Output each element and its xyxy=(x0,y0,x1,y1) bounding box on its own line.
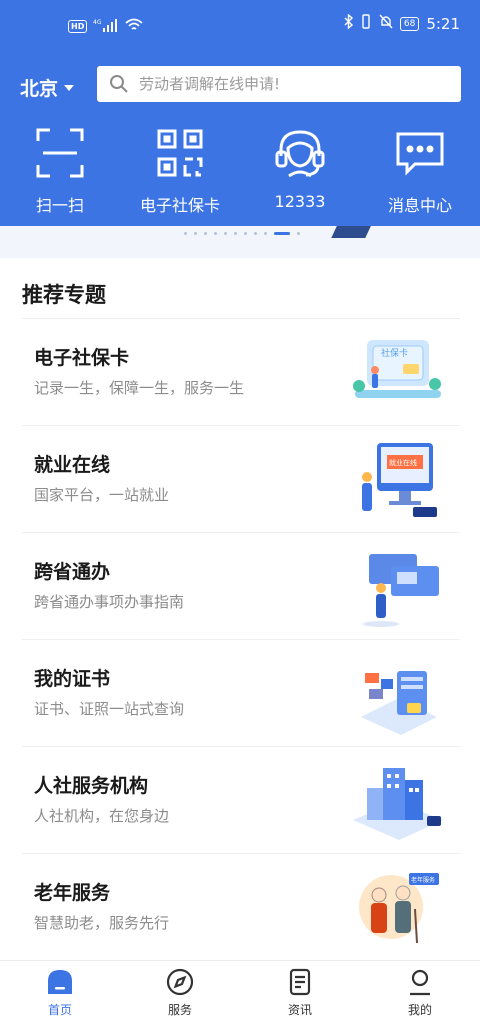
banner-illustration xyxy=(331,226,373,238)
status-bar-left: HD 4G xyxy=(68,17,143,36)
chevron-down-icon xyxy=(64,84,75,91)
carousel-dot xyxy=(254,232,257,235)
quick-actions: 扫一扫 电子社保卡 12333 消息中心 xyxy=(0,126,480,216)
carousel-dot xyxy=(224,232,227,235)
cross-province-illustration xyxy=(363,554,439,627)
bluetooth-icon xyxy=(344,13,353,33)
tab-services[interactable]: 服务 xyxy=(120,961,240,1026)
employment-illustration: 就业在线 xyxy=(362,443,437,517)
topic-item-service-agencies[interactable]: 人社服务机构 人社机构，在您身边 xyxy=(0,747,480,854)
quick-action-social-card[interactable]: 电子社保卡 xyxy=(120,126,240,216)
topic-item-elderly-services[interactable]: 老年服务 智慧助老，服务先行 老年服务 xyxy=(0,854,480,961)
city-label: 北京 xyxy=(20,78,59,100)
quick-action-label: 电子社保卡 xyxy=(139,196,220,215)
carousel-dot xyxy=(297,232,300,235)
headset-icon xyxy=(275,130,325,178)
service-agencies-illustration xyxy=(353,768,443,840)
hd-badge: HD xyxy=(68,20,88,33)
carousel-dot xyxy=(204,232,207,235)
quick-action-label: 扫一扫 xyxy=(35,196,84,215)
carousel-dot xyxy=(234,232,237,235)
tab-label: 首页 xyxy=(47,1003,72,1017)
tab-label: 资讯 xyxy=(287,1003,312,1017)
scan-icon xyxy=(36,128,84,178)
banner-carousel[interactable] xyxy=(0,226,480,258)
quick-action-label: 消息中心 xyxy=(387,196,452,215)
battery-indicator: 68 xyxy=(399,16,420,31)
certificates-illustration xyxy=(361,671,437,735)
topic-item-social-card[interactable]: 电子社保卡 记录一生，保障一生，服务一生 社保卡 xyxy=(0,319,480,426)
tab-profile[interactable]: 我的 xyxy=(360,961,480,1026)
carousel-dot xyxy=(264,232,267,235)
carousel-dot xyxy=(214,232,217,235)
topic-title: 老年服务 xyxy=(34,882,111,904)
social-card-illustration: 社保卡 xyxy=(353,340,441,398)
carousel-dot xyxy=(194,232,197,235)
topic-subtitle: 国家平台，一站就业 xyxy=(34,486,170,504)
elderly-services-illustration: 老年服务 xyxy=(359,873,439,944)
city-selector[interactable]: 北京 xyxy=(20,74,75,101)
topic-title: 跨省通办 xyxy=(34,561,111,583)
topic-title: 人社服务机构 xyxy=(34,775,149,797)
topic-subtitle: 人社机构，在您身边 xyxy=(34,807,170,825)
quick-action-label: 12333 xyxy=(274,192,326,211)
art-label: 就业在线 xyxy=(389,458,417,467)
compass-icon xyxy=(166,968,194,996)
section-title: 推荐专题 xyxy=(22,283,106,307)
mute-bell-icon xyxy=(379,14,393,33)
topic-item-cross-province[interactable]: 跨省通办 跨省通办事项办事指南 xyxy=(0,533,480,640)
tab-label: 我的 xyxy=(407,1003,432,1017)
quick-action-hotline[interactable]: 12333 xyxy=(240,126,360,216)
topic-subtitle: 证书、证照一站式查询 xyxy=(34,700,185,718)
status-bar-right: 68 5:21 xyxy=(344,13,460,33)
topic-subtitle: 智慧助老，服务先行 xyxy=(34,914,170,932)
topic-list: 电子社保卡 记录一生，保障一生，服务一生 社保卡 就业在线 国家平台，一站就业 … xyxy=(0,319,480,961)
topic-subtitle: 跨省通办事项办事指南 xyxy=(34,593,185,611)
topic-item-certificates[interactable]: 我的证书 证书、证照一站式查询 xyxy=(0,640,480,747)
qrcode-icon xyxy=(157,129,203,177)
clock: 5:21 xyxy=(426,14,460,33)
tab-news[interactable]: 资讯 xyxy=(240,961,360,1026)
quick-action-messages[interactable]: 消息中心 xyxy=(360,126,480,216)
tab-label: 服务 xyxy=(167,1003,192,1017)
news-icon xyxy=(289,968,311,996)
header: HD 4G 68 5:21 北京 劳动者调解在线申请! 扫一扫 电子社保卡 12… xyxy=(0,0,480,232)
topic-item-employment[interactable]: 就业在线 国家平台，一站就业 就业在线 xyxy=(0,426,480,533)
carousel-dot-active xyxy=(274,232,290,235)
art-label: 老年服务 xyxy=(411,876,435,884)
topic-title: 电子社保卡 xyxy=(34,347,130,369)
search-icon xyxy=(110,75,128,93)
status-bar: HD 4G 68 5:21 xyxy=(0,0,480,52)
message-icon xyxy=(396,132,444,176)
signal-icon: 4G xyxy=(93,17,119,36)
carousel-dot xyxy=(184,232,187,235)
art-label: 社保卡 xyxy=(381,347,408,359)
carousel-indicator xyxy=(184,232,300,235)
profile-icon xyxy=(410,969,430,996)
topic-title: 我的证书 xyxy=(34,668,111,690)
home-icon xyxy=(48,970,72,994)
svg-text:4G: 4G xyxy=(93,19,102,26)
bottom-tab-bar: 首页 服务 资讯 我的 xyxy=(0,960,480,1026)
quick-action-scan[interactable]: 扫一扫 xyxy=(0,126,120,216)
search-bar[interactable] xyxy=(97,66,461,102)
wifi-icon xyxy=(125,17,143,36)
search-input[interactable] xyxy=(137,74,441,94)
topic-subtitle: 记录一生，保障一生，服务一生 xyxy=(34,379,245,397)
vibrate-icon xyxy=(360,14,372,33)
carousel-dot xyxy=(244,232,247,235)
tab-home[interactable]: 首页 xyxy=(0,961,120,1026)
topic-title: 就业在线 xyxy=(34,454,111,476)
